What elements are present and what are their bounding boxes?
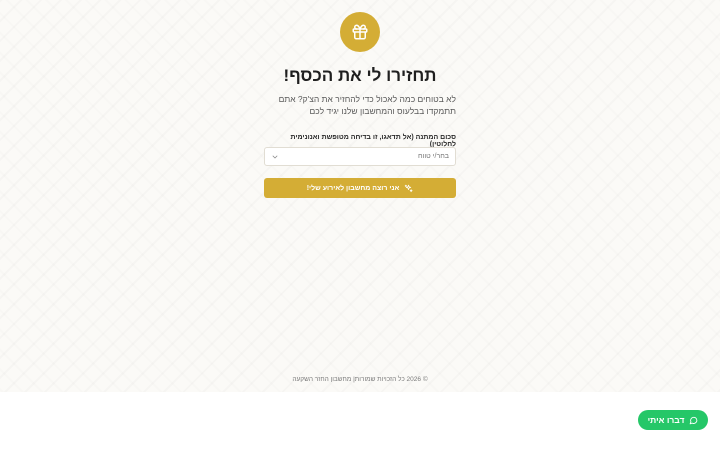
bottom-area <box>0 392 720 450</box>
calculator-submit-button[interactable]: אני רוצה מחשבון לאירוע שלי! <box>264 178 456 198</box>
gift-badge <box>340 12 380 52</box>
calculator-submit-label: אני רוצה מחשבון לאירוע שלי! <box>306 184 400 192</box>
amount-field-label: סכום המתנה (אל תדאגו, זו בדיחה מטופשת וא… <box>290 134 456 148</box>
amount-select-value: בחר/י טווח <box>417 153 449 160</box>
sparkles-icon <box>404 184 413 193</box>
chat-button[interactable]: דברו איתי <box>638 410 708 430</box>
page-title: תחזירו לי את הכסף! <box>283 66 437 85</box>
page-subtitle: לא בטוחים כמה לאכול כדי להחזיר את הצ'ק? … <box>278 94 456 116</box>
amount-select[interactable]: בחר/י טווח <box>264 147 456 166</box>
footer-copyright: © 2026 כל הזכויות שמורות| מחשבון החזר הש… <box>292 376 428 383</box>
gift-icon <box>351 23 369 41</box>
chevron-down-icon <box>271 153 279 161</box>
page-background: תחזירו לי את הכסף! לא בטוחים כמה לאכול כ… <box>0 0 720 392</box>
chat-bubble-icon <box>689 416 698 425</box>
chat-button-label: דברו איתי <box>647 415 685 425</box>
